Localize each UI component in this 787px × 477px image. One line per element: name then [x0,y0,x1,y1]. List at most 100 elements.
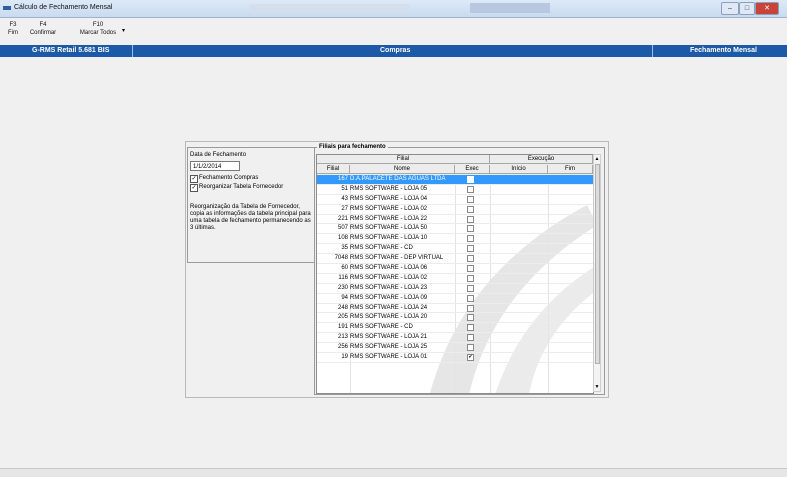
filial-name: RMS SOFTWARE - LOJA 23 [350,284,428,291]
filial-code: 167 [337,176,348,182]
minimize-button[interactable]: – [721,2,739,15]
module-name: Compras [380,47,411,54]
filial-code: 221 [337,215,348,222]
exec-checkbox[interactable] [467,225,474,233]
col-header-fim[interactable]: Fim [548,165,593,174]
col-header-filial[interactable]: Filial [317,165,350,174]
table-row[interactable]: 230 RMS SOFTWARE - LOJA 23 [317,284,593,294]
exec-checkbox[interactable] [467,185,474,193]
table-row[interactable]: 507 RMS SOFTWARE - LOJA 50 [317,224,593,235]
table-row[interactable]: 191 RMS SOFTWARE - CD [317,323,593,334]
exec-checkbox[interactable] [467,314,474,322]
filiais-title: Filiais para fechamento [317,144,388,150]
table-row[interactable]: 256 RMS SOFTWARE - LOJA 25 [317,343,593,354]
filial-code: 60 [341,265,348,272]
table-row[interactable]: 19 RMS SOFTWARE - LOJA 01 ✔ [317,353,593,363]
scroll-up-icon[interactable]: ▲ [594,156,600,162]
filial-code: 7048 [334,255,348,262]
screen-name: Fechamento Mensal [690,47,757,54]
table-row[interactable]: 51 RMS SOFTWARE - LOJA 05 [317,185,593,195]
fim-key: F3 [9,22,17,28]
col-header-exec[interactable]: Exec [455,165,490,174]
exec-checkbox[interactable] [467,344,474,352]
confirmar-label: Confirmar [29,30,57,36]
filial-name: RMS SOFTWARE - CD [350,324,413,331]
table-row[interactable]: 27 RMS SOFTWARE - LOJA 02 [317,205,593,215]
module-header-bar: G-RMS Retail 5.681 BIS Compras Fechament… [0,45,787,57]
filial-code: 507 [337,225,348,232]
info-text: Reorganização da Tabela de Fornecedor, c… [190,204,311,231]
filial-code: 205 [337,314,348,321]
exec-checkbox[interactable]: ✔ [467,354,474,362]
fechamento-compras-checkbox[interactable]: ✓ [190,175,198,183]
table-row[interactable]: 213 RMS SOFTWARE - LOJA 21 [317,333,593,344]
table-row[interactable]: 248 RMS SOFTWARE - LOJA 24 [317,304,593,314]
exec-checkbox[interactable] [467,205,474,213]
exec-checkbox[interactable] [467,176,474,183]
filial-code: 27 [341,205,348,212]
title-bar-blurred-area [250,4,410,12]
table-row[interactable]: 94 RMS SOFTWARE - LOJA 09 [317,294,593,304]
exec-checkbox[interactable] [467,294,474,302]
filial-name: RMS SOFTWARE - LOJA 22 [350,215,428,222]
table-row[interactable]: 116 RMS SOFTWARE - LOJA 02 [317,274,593,284]
col-header-nome[interactable]: Nome [350,165,455,174]
toolbar-dropdown-icon[interactable]: ▾ [122,27,125,34]
filial-name: RMS SOFTWARE - LOJA 02 [350,274,428,281]
filial-code: 35 [341,245,348,252]
fim-label: Fim [8,30,18,36]
filial-code: 230 [337,284,348,291]
filial-code: 191 [337,324,348,331]
col-header-inicio[interactable]: Início [490,165,548,174]
reorganizar-tabela-label: Reorganizar Tabela Fornecedor [199,184,284,190]
exec-checkbox[interactable] [467,274,474,282]
table-row[interactable]: 43 RMS SOFTWARE - LOJA 04 [317,195,593,205]
filial-code: 43 [341,195,348,202]
filial-code: 256 [337,344,348,351]
filial-code: 116 [338,274,348,281]
table-row[interactable]: 221 RMS SOFTWARE - LOJA 22 [317,215,593,225]
title-bar-blurred-tab [470,3,550,13]
table-row[interactable]: 60 RMS SOFTWARE - LOJA 06 [317,264,593,274]
exec-checkbox[interactable] [467,255,474,263]
filial-name: RMS SOFTWARE - LOJA 10 [350,235,428,242]
title-bar: Cálculo de Fechamento Mensal – □ ✕ [0,0,787,18]
date-label: Data de Fechamento [190,152,247,158]
confirmar-button[interactable]: F4 Confirmar [26,21,60,37]
table-row[interactable]: 35 RMS SOFTWARE - CD [317,244,593,255]
filial-name: RMS SOFTWARE - LOJA 24 [350,304,428,311]
filial-name: RMS SOFTWARE - DEP VIRTUAL [350,255,444,262]
scroll-thumb[interactable] [595,164,600,364]
table-row[interactable]: 167 D.A.PALACETE DAS AGUAS LTDA [317,175,593,185]
filial-code: 213 [337,334,348,341]
filial-code: 51 [341,185,348,192]
close-button[interactable]: ✕ [755,2,779,15]
marcar-todos-button[interactable]: F10 Marcar Todos [76,21,120,37]
table-row[interactable]: 7048 RMS SOFTWARE - DEP VIRTUAL [317,254,593,265]
filial-name: RMS SOFTWARE - LOJA 21 [350,334,428,341]
exec-checkbox[interactable] [467,215,474,223]
exec-checkbox[interactable] [467,235,474,243]
exec-checkbox[interactable] [467,284,474,292]
fim-button[interactable]: F3 Fim [5,21,21,37]
exec-checkbox[interactable] [467,265,474,273]
exec-checkbox[interactable] [467,195,474,203]
date-field[interactable]: 1/1/2/2014 [190,161,240,171]
exec-checkbox[interactable] [467,324,474,332]
reorganizar-tabela-checkbox[interactable]: ✓ [190,184,198,192]
scroll-down-icon[interactable]: ▼ [594,384,600,390]
exec-checkbox[interactable] [467,334,474,342]
table-scrollbar[interactable]: ▲ ▼ [593,154,601,392]
filial-name: D.A.PALACETE DAS AGUAS LTDA [350,176,446,182]
maximize-button[interactable]: □ [739,2,755,15]
toolbar: F3 Fim F4 Confirmar F10 Marcar Todos ▾ [0,18,787,43]
filial-name: RMS SOFTWARE - LOJA 05 [350,185,428,192]
group-header-filial: Filial [317,155,490,164]
exec-checkbox[interactable] [467,245,474,253]
table-row[interactable]: 205 RMS SOFTWARE - LOJA 20 [317,313,593,324]
filial-name: RMS SOFTWARE - LOJA 02 [350,205,428,212]
system-version: G-RMS Retail 5.681 BIS [32,47,110,54]
table-row[interactable]: 108 RMS SOFTWARE - LOJA 10 [317,234,593,245]
exec-checkbox[interactable] [467,304,474,312]
filial-name: RMS SOFTWARE - LOJA 01 [350,354,428,361]
